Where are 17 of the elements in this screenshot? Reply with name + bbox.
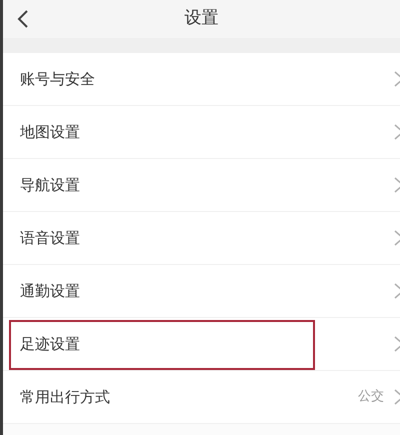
settings-row[interactable]: 地图设置 — [3, 106, 400, 159]
row-value: 公交 — [358, 388, 384, 406]
row-label: 语音设置 — [20, 228, 81, 249]
settings-row[interactable]: 语音设置 — [3, 212, 400, 265]
row-label: 导航设置 — [20, 174, 81, 196]
settings-row[interactable]: 通勤设置 — [3, 265, 400, 318]
settings-row[interactable]: 足迹设置 — [3, 318, 400, 371]
settings-row[interactable]: 账号与安全 — [3, 53, 400, 106]
row-label: 地图设置 — [20, 122, 81, 143]
page-title: 设置 — [184, 7, 218, 30]
back-icon — [17, 9, 29, 29]
settings-row[interactable]: 常用出行方式 公交 — [3, 371, 400, 424]
row-label: 常用出行方式 — [20, 386, 111, 408]
settings-row[interactable]: 导航设置 — [3, 159, 400, 212]
row-label: 账号与安全 — [20, 68, 96, 90]
row-label: 通勤设置 — [20, 280, 81, 302]
row-label: 足迹设置 — [20, 334, 81, 355]
